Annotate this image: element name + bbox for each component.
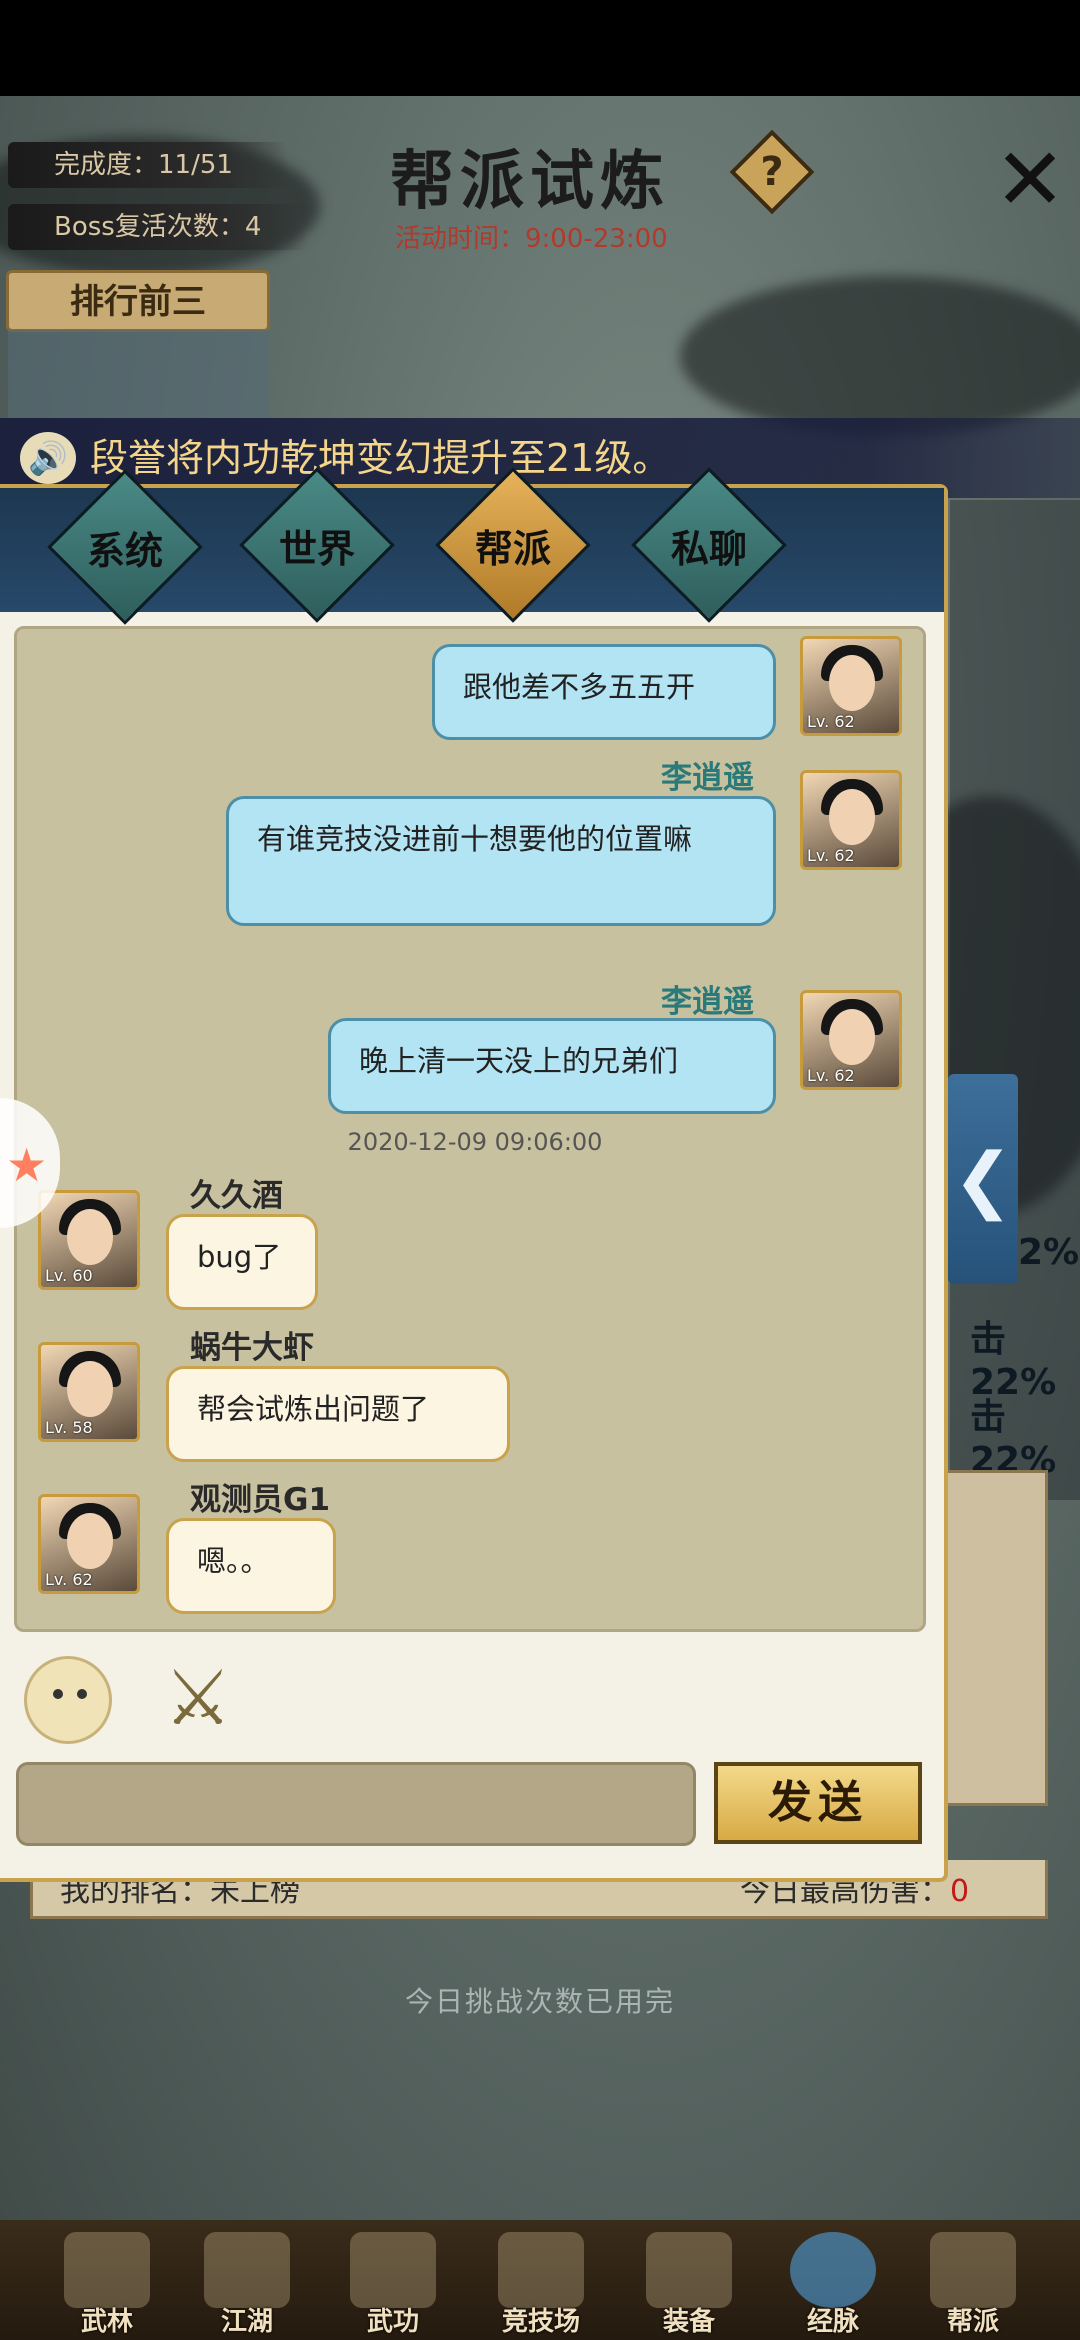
sender-name[interactable]: 李逍遥	[560, 752, 754, 797]
book-icon	[350, 2232, 436, 2308]
best-damage-value: 0	[950, 1874, 970, 1909]
eye-icon	[53, 1689, 63, 1699]
avatar[interactable]: Lv. 60	[38, 1190, 140, 1290]
nav-label: 竞技场	[501, 2307, 580, 2337]
damage-percent-1: 2%	[1018, 1232, 1080, 1273]
close-button[interactable]: ✕	[990, 137, 1070, 223]
nav-wugong[interactable]: 武功	[330, 2226, 456, 2338]
swordsman-icon	[204, 2232, 290, 2308]
banner-icon	[930, 2232, 1016, 2308]
announcement-text: 段誉将内功乾坤变幻提升至21级。	[90, 436, 671, 480]
crossed-swords-icon[interactable]: ⚔	[150, 1650, 246, 1746]
activity-time: 活动时间：9:00-23:00	[395, 224, 668, 254]
sender-name[interactable]: 观测员G1	[190, 1474, 490, 1519]
nav-label: 帮派	[946, 2307, 999, 2337]
pagoda-icon	[64, 2232, 150, 2308]
message-bubble: bug了	[166, 1214, 318, 1310]
avatar[interactable]: Lv. 62	[800, 770, 902, 870]
sender-name[interactable]: 久久酒	[190, 1170, 490, 1215]
nav-label: 装备	[662, 2307, 715, 2337]
level-label: Lv. 58	[45, 1418, 93, 1437]
avatar[interactable]: Lv. 62	[800, 636, 902, 736]
tab-system-label: 系统	[86, 527, 163, 573]
level-label: Lv. 62	[807, 712, 855, 731]
nav-label: 武林	[80, 2307, 133, 2337]
damage-percent-3: 击22%	[970, 1397, 1057, 1481]
message-bubble: 帮会试炼出问题了	[166, 1366, 510, 1462]
avatar[interactable]: Lv. 62	[800, 990, 902, 1090]
nav-wulin[interactable]: 武林	[44, 2226, 170, 2338]
page-title: 帮派试炼	[390, 144, 670, 219]
armor-icon	[646, 2232, 732, 2308]
message-bubble: 有谁竞技没进前十想要他的位置嘛	[226, 796, 776, 926]
message-bubble: 晚上清一天没上的兄弟们	[328, 1018, 776, 1114]
collapse-arrow-button[interactable]: ❮	[948, 1074, 1018, 1284]
send-button[interactable]: 发送	[714, 1762, 922, 1844]
message-timestamp: 2020-12-09 09:06:00	[347, 1128, 603, 1156]
level-label: Lv. 62	[807, 846, 855, 865]
progress-label: 完成度：11/51	[8, 142, 288, 188]
message-bubble: 跟他差不多五五开	[432, 644, 776, 740]
top3-panel	[8, 330, 270, 420]
message-bubble: 嗯。。	[166, 1518, 336, 1614]
question-icon: ?	[760, 149, 784, 195]
nav-label: 武功	[366, 2307, 419, 2337]
nav-jianghu[interactable]: 江湖	[184, 2226, 310, 2338]
level-label: Lv. 62	[45, 1570, 93, 1589]
speaker-icon: 🔊	[20, 432, 76, 484]
message-input[interactable]	[16, 1762, 696, 1846]
orb-icon	[790, 2232, 876, 2308]
status-bar	[0, 0, 1080, 96]
eye-icon	[77, 1689, 87, 1699]
boss-revive-label: Boss复活次数：4	[8, 204, 308, 250]
sender-name[interactable]: 李逍遥	[560, 976, 754, 1021]
sender-name[interactable]: 蜗牛大虾	[190, 1322, 490, 1367]
top3-tab[interactable]: 排行前三	[6, 270, 270, 332]
swords-icon	[498, 2232, 584, 2308]
level-label: Lv. 60	[45, 1266, 93, 1285]
nav-arena[interactable]: 竞技场	[478, 2226, 604, 2338]
avatar[interactable]: Lv. 58	[38, 1342, 140, 1442]
tab-world-label: 世界	[278, 525, 355, 571]
emoji-button[interactable]	[24, 1656, 112, 1744]
nav-meridian[interactable]: 经脉	[770, 2226, 896, 2338]
nav-guild[interactable]: 帮派	[910, 2226, 1036, 2338]
nav-equipment[interactable]: 装备	[626, 2226, 752, 2338]
level-label: Lv. 62	[807, 1066, 855, 1085]
nav-label: 经脉	[806, 2307, 859, 2337]
tab-guild-label: 帮派	[474, 525, 551, 571]
challenge-used-text: 今日挑战次数已用完	[404, 1985, 675, 2018]
tab-private-label: 私聊	[670, 525, 747, 571]
avatar[interactable]: Lv. 62	[38, 1494, 140, 1594]
nav-label: 江湖	[220, 2307, 273, 2337]
star-icon: ★	[6, 1138, 48, 1192]
